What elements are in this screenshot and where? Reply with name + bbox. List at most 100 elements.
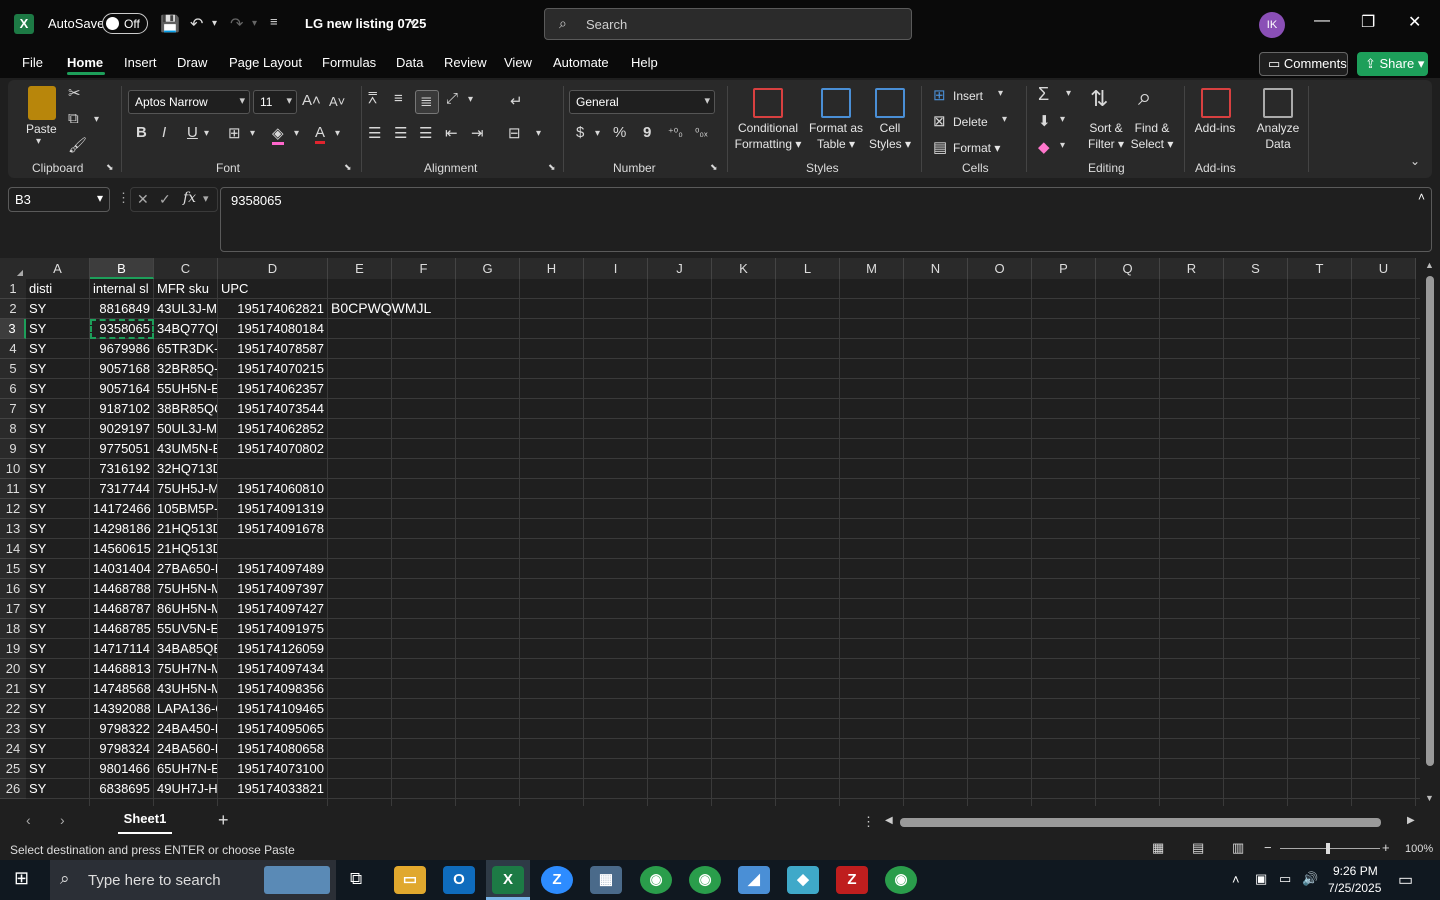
paste-label[interactable]: Paste — [26, 121, 57, 137]
cell-c21[interactable]: 43UH5N-M — [154, 679, 218, 699]
save-icon[interactable]: 💾 — [160, 14, 180, 34]
chrome-icon[interactable]: ◉ — [640, 866, 672, 894]
analyze-data-label-2[interactable]: Data — [1252, 136, 1304, 152]
tab-automate[interactable]: Automate — [553, 55, 609, 70]
cell-d12[interactable]: 195174091319 — [218, 499, 328, 519]
app-icon[interactable]: ◢ — [738, 866, 770, 894]
row-header-15[interactable]: 15 — [0, 559, 26, 579]
format-as-table-icon[interactable] — [821, 88, 851, 118]
column-header-c[interactable]: C — [154, 258, 218, 279]
number-format-select[interactable]: General ▾ — [569, 90, 715, 114]
maximize-icon[interactable]: ❐ — [1361, 12, 1375, 32]
find-select-label-2[interactable]: Select ▾ — [1128, 136, 1176, 152]
cell-c4[interactable]: 65TR3DK-E — [154, 339, 218, 359]
analyze-data-icon[interactable] — [1263, 88, 1293, 118]
cell-a13[interactable]: SY — [26, 519, 90, 539]
percent-icon[interactable]: % — [613, 124, 626, 141]
column-header-l[interactable]: L — [776, 258, 840, 279]
search-box[interactable]: ⌕ Search — [544, 8, 912, 40]
delete-cells-icon[interactable]: ⊠ — [933, 112, 946, 130]
row-header-11[interactable]: 11 — [0, 479, 26, 499]
column-header-f[interactable]: F — [392, 258, 456, 279]
cell-a22[interactable]: SY — [26, 699, 90, 719]
align-center-icon[interactable]: ☰ — [394, 124, 407, 142]
row-header-1[interactable]: 1 — [0, 279, 26, 299]
add-sheet-icon[interactable]: + — [218, 810, 229, 831]
app-icon[interactable]: ◆ — [787, 866, 819, 894]
format-as-table-label[interactable]: Format as — [806, 120, 866, 136]
delete-dropdown-icon[interactable]: ▾ — [1002, 114, 1007, 125]
zoom-slider[interactable] — [1280, 848, 1380, 849]
prev-sheet-icon[interactable]: ‹ — [26, 812, 31, 828]
chevron-up-icon[interactable]: ˄ — [1418, 190, 1425, 204]
scroll-down-icon[interactable]: ▼ — [1425, 793, 1434, 803]
cell-a7[interactable]: SY — [26, 399, 90, 419]
cell-a5[interactable]: SY — [26, 359, 90, 379]
cell-c5[interactable]: 32BR85Q-I — [154, 359, 218, 379]
analyze-data-label[interactable]: Analyze — [1252, 120, 1304, 136]
zoom-slider-handle[interactable] — [1326, 843, 1330, 854]
cell-b12[interactable]: 14172466 — [90, 499, 154, 519]
cell-b18[interactable]: 14468785 — [90, 619, 154, 639]
chevron-up-icon[interactable]: ˄ — [1232, 872, 1240, 887]
file-explorer-icon[interactable]: ▭ — [394, 866, 426, 894]
chrome-icon[interactable]: ◉ — [885, 866, 917, 894]
cell-c23[interactable]: 24BA450-E — [154, 719, 218, 739]
decrease-decimal-icon[interactable]: ⁰₀ₓ — [695, 126, 708, 139]
cell-c25[interactable]: 65UH7N-E — [154, 759, 218, 779]
column-header-b[interactable]: B — [90, 258, 154, 279]
excel-taskbar-icon[interactable]: X — [492, 866, 524, 894]
cell-b19[interactable]: 14717114 — [90, 639, 154, 659]
share-button[interactable]: ⇪ Share ▾ — [1357, 52, 1428, 76]
cell-a16[interactable]: SY — [26, 579, 90, 599]
row-header-19[interactable]: 19 — [0, 639, 26, 659]
row-header-8[interactable]: 8 — [0, 419, 26, 439]
network-icon[interactable]: ▣ — [1255, 871, 1267, 887]
delete-cells-label[interactable]: Delete — [953, 114, 988, 130]
cell-d2[interactable]: 195174062821 — [218, 299, 328, 319]
cell-b13[interactable]: 14298186 — [90, 519, 154, 539]
filezilla-icon[interactable]: Z — [836, 866, 868, 894]
cell-b11[interactable]: 7317744 — [90, 479, 154, 499]
undo-dropdown-icon[interactable]: ▾ — [212, 18, 217, 29]
format-cells-icon[interactable]: ▤ — [933, 138, 947, 156]
column-header-u[interactable]: U — [1352, 258, 1416, 279]
column-header-r[interactable]: R — [1160, 258, 1224, 279]
cell-styles-label-2[interactable]: Styles ▾ — [866, 136, 914, 152]
font-name-select[interactable]: Aptos Narrow ▾ — [128, 90, 250, 114]
cell-c9[interactable]: 43UM5N-E — [154, 439, 218, 459]
font-color-dropdown-icon[interactable]: ▾ — [335, 128, 340, 139]
column-header-m[interactable]: M — [840, 258, 904, 279]
insert-function-icon[interactable]: fx — [183, 190, 196, 206]
column-header-q[interactable]: Q — [1096, 258, 1160, 279]
row-header-23[interactable]: 23 — [0, 719, 26, 739]
cell-a19[interactable]: SY — [26, 639, 90, 659]
cell-c1[interactable]: MFR sku — [154, 279, 218, 299]
column-header-e[interactable]: E — [328, 258, 392, 279]
cell-d10[interactable] — [218, 459, 328, 479]
row-header-10[interactable]: 10 — [0, 459, 26, 479]
cell-d23[interactable]: 195174095065 — [218, 719, 328, 739]
format-as-table-label-2[interactable]: Table ▾ — [806, 136, 866, 152]
copy-dropdown-icon[interactable]: ▾ — [94, 114, 99, 125]
tab-formulas[interactable]: Formulas — [322, 55, 376, 70]
insert-cells-icon[interactable]: ⊞ — [933, 86, 946, 104]
copy-icon[interactable]: ⧉ — [68, 110, 79, 127]
row-header-12[interactable]: 12 — [0, 499, 26, 519]
row-header-6[interactable]: 6 — [0, 379, 26, 399]
select-all-corner[interactable]: ◢ — [0, 258, 26, 279]
cell-a3[interactable]: SY — [26, 319, 90, 339]
cell-a25[interactable]: SY — [26, 759, 90, 779]
autosum-icon[interactable]: Σ — [1038, 84, 1049, 105]
paste-icon[interactable] — [28, 86, 56, 120]
windows-start-icon[interactable]: ⊞ — [14, 868, 29, 889]
comma-style-icon[interactable]: 9 — [643, 124, 651, 141]
cell-d24[interactable]: 195174080658 — [218, 739, 328, 759]
underline-button[interactable]: U — [187, 124, 198, 141]
customize-toolbar-icon[interactable]: ≡ — [270, 14, 278, 29]
notifications-icon[interactable]: ▭ — [1398, 870, 1413, 890]
tab-view[interactable]: View — [504, 55, 532, 70]
worksheet-grid[interactable]: ◢ ABCDEFGHIJKLMNOPQRSTU 1 disti internal s… — [0, 258, 1420, 806]
align-left-icon[interactable]: ☰ — [368, 124, 381, 142]
tab-insert[interactable]: Insert — [124, 55, 157, 70]
